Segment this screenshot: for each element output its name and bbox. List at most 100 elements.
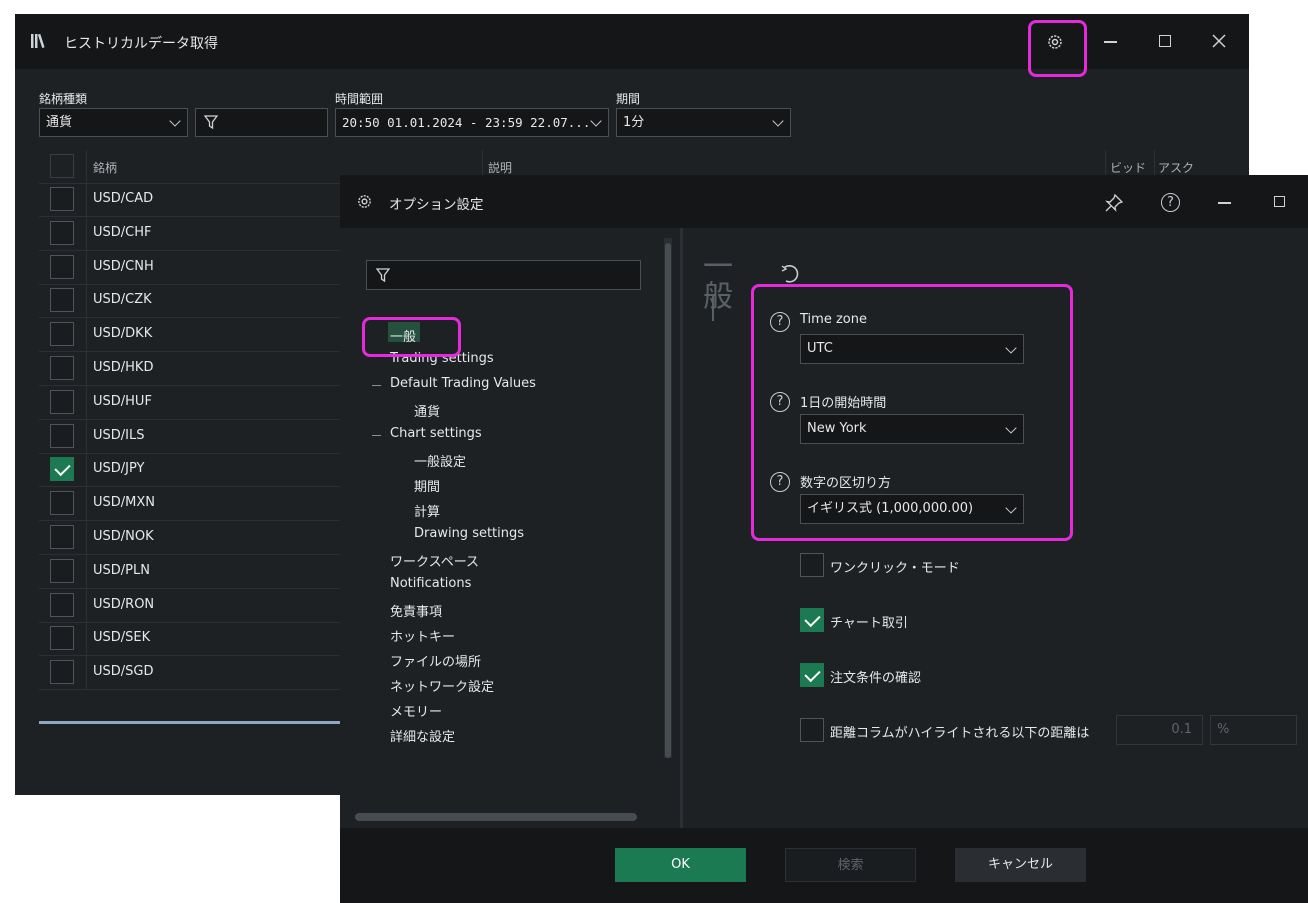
section-heading: 一般 <box>697 250 732 310</box>
maximize-icon[interactable] <box>1274 196 1285 207</box>
symbol-cell[interactable]: USD/ILS <box>93 428 145 443</box>
gear-icon <box>358 195 371 208</box>
column-description[interactable]: 説明 <box>488 159 512 176</box>
symbol-cell[interactable]: USD/MXN <box>93 495 155 510</box>
tree-item[interactable]: ネットワーク設定 <box>390 676 494 695</box>
one-click-checkbox[interactable] <box>800 553 824 577</box>
row-checkbox[interactable] <box>50 626 74 651</box>
panel-splitter[interactable] <box>680 228 683 828</box>
tree-item[interactable]: 詳細な設定 <box>390 726 455 745</box>
row-divider <box>39 418 349 420</box>
row-checkbox[interactable] <box>50 491 74 516</box>
dialog-titlebar: オプション設定 ? <box>340 175 1308 228</box>
row-checkbox[interactable] <box>50 457 74 482</box>
column-ask[interactable]: アスク <box>1158 159 1194 176</box>
row-divider <box>39 587 349 589</box>
order-confirm-checkbox[interactable] <box>800 663 824 687</box>
minimize-icon[interactable] <box>1218 202 1231 204</box>
ok-button[interactable]: OK <box>615 848 746 882</box>
symbol-filter-input[interactable] <box>195 108 328 137</box>
tree-item[interactable]: 通貨 <box>414 401 440 420</box>
time-range-value: 20:50 01.01.2024 - 23:59 22.07... <box>342 115 591 130</box>
time-range-select[interactable]: 20:50 01.01.2024 - 23:59 22.07... <box>335 108 609 137</box>
symbol-type-value: 通貨 <box>46 115 73 130</box>
symbol-cell[interactable]: USD/NOK <box>93 529 154 544</box>
chevron-down-icon <box>169 115 181 127</box>
row-checkbox[interactable] <box>50 558 74 583</box>
row-checkbox[interactable] <box>50 288 74 313</box>
highlight-general-settings <box>751 284 1073 541</box>
dialog-title: オプション設定 <box>389 197 484 213</box>
chevron-down-icon <box>772 115 784 127</box>
symbol-cell[interactable]: USD/JPY <box>93 461 145 476</box>
tree-item[interactable]: ホットキー <box>390 626 455 645</box>
symbol-cell[interactable]: USD/HKD <box>93 360 153 375</box>
tree-item[interactable]: メモリー <box>390 701 442 720</box>
symbol-type-select[interactable]: 通貨 <box>39 108 188 137</box>
tree-item[interactable]: ワークスペース <box>390 551 479 570</box>
row-checkbox[interactable] <box>50 220 74 245</box>
tree-item[interactable]: ファイルの場所 <box>390 651 481 670</box>
tree-horizontal-scrollbar[interactable] <box>355 813 637 821</box>
highlight-gear <box>1028 20 1087 77</box>
distance-checkbox[interactable] <box>800 718 824 742</box>
symbol-cell[interactable]: USD/SEK <box>93 630 150 645</box>
reset-icon[interactable] <box>779 263 801 285</box>
distance-unit-select[interactable]: % <box>1210 715 1297 745</box>
collapse-icon[interactable] <box>372 435 381 436</box>
row-checkbox[interactable] <box>50 423 74 448</box>
tree-item[interactable]: Notifications <box>390 576 471 591</box>
row-checkbox[interactable] <box>50 660 74 685</box>
symbol-cell[interactable]: USD/CNH <box>93 259 154 274</box>
row-divider <box>39 689 349 691</box>
row-checkbox[interactable] <box>50 254 74 279</box>
tree-item[interactable]: Default Trading Values <box>390 376 536 391</box>
symbol-cell[interactable]: USD/RON <box>93 597 154 612</box>
row-checkbox[interactable] <box>50 356 74 380</box>
maximize-icon[interactable] <box>1159 35 1171 47</box>
order-confirm-label: 注文条件の確認 <box>830 671 922 686</box>
distance-label: 距離コラムがハイライトされる以下の距離は <box>830 726 1090 741</box>
tree-item[interactable]: 免責事項 <box>390 601 442 620</box>
tree-item[interactable]: Drawing settings <box>414 526 524 541</box>
select-all-checkbox[interactable] <box>50 154 74 178</box>
symbol-cell[interactable]: USD/HUF <box>93 394 152 409</box>
row-divider <box>39 621 349 623</box>
row-divider <box>39 452 349 454</box>
period-select[interactable]: 1分 <box>616 108 791 137</box>
row-checkbox[interactable] <box>50 592 74 617</box>
symbol-cell[interactable]: USD/CAD <box>93 191 153 206</box>
help-icon[interactable]: ? <box>1161 193 1180 212</box>
row-divider <box>39 317 349 319</box>
tree-item[interactable]: Chart settings <box>390 426 482 441</box>
symbol-cell[interactable]: USD/SGD <box>93 664 154 679</box>
chart-trading-checkbox[interactable] <box>800 608 824 632</box>
column-bid[interactable]: ビッド <box>1110 159 1146 176</box>
column-symbol[interactable]: 銘柄 <box>93 159 117 176</box>
tree-item[interactable]: 一般設定 <box>414 451 466 470</box>
symbol-cell[interactable]: USD/DKK <box>93 326 152 341</box>
filter-icon <box>204 115 218 130</box>
tree-item[interactable]: 計算 <box>414 501 440 520</box>
symbol-cell[interactable]: USD/CHF <box>93 225 152 240</box>
symbol-type-label: 銘柄種類 <box>39 92 88 106</box>
cancel-button[interactable]: キャンセル <box>955 848 1086 882</box>
chevron-down-icon <box>590 115 602 127</box>
search-button[interactable]: 検索 <box>785 848 916 882</box>
minimize-icon[interactable] <box>1104 41 1117 43</box>
row-checkbox[interactable] <box>50 525 74 549</box>
row-checkbox[interactable] <box>50 187 74 211</box>
close-icon[interactable] <box>1212 34 1226 48</box>
tree-item[interactable]: 期間 <box>414 476 440 495</box>
tree-scrollbar[interactable] <box>664 238 672 758</box>
chart-trading-label: チャート取引 <box>830 616 908 631</box>
collapse-icon[interactable] <box>372 385 381 386</box>
pin-icon[interactable] <box>1104 193 1124 213</box>
row-checkbox[interactable] <box>50 322 74 347</box>
symbol-cell[interactable]: USD/CZK <box>93 292 152 307</box>
row-divider <box>39 249 349 251</box>
row-checkbox[interactable] <box>50 389 74 414</box>
options-search-input[interactable] <box>366 260 641 290</box>
distance-input[interactable]: 0.1 <box>1116 715 1203 745</box>
symbol-cell[interactable]: USD/PLN <box>93 563 150 578</box>
